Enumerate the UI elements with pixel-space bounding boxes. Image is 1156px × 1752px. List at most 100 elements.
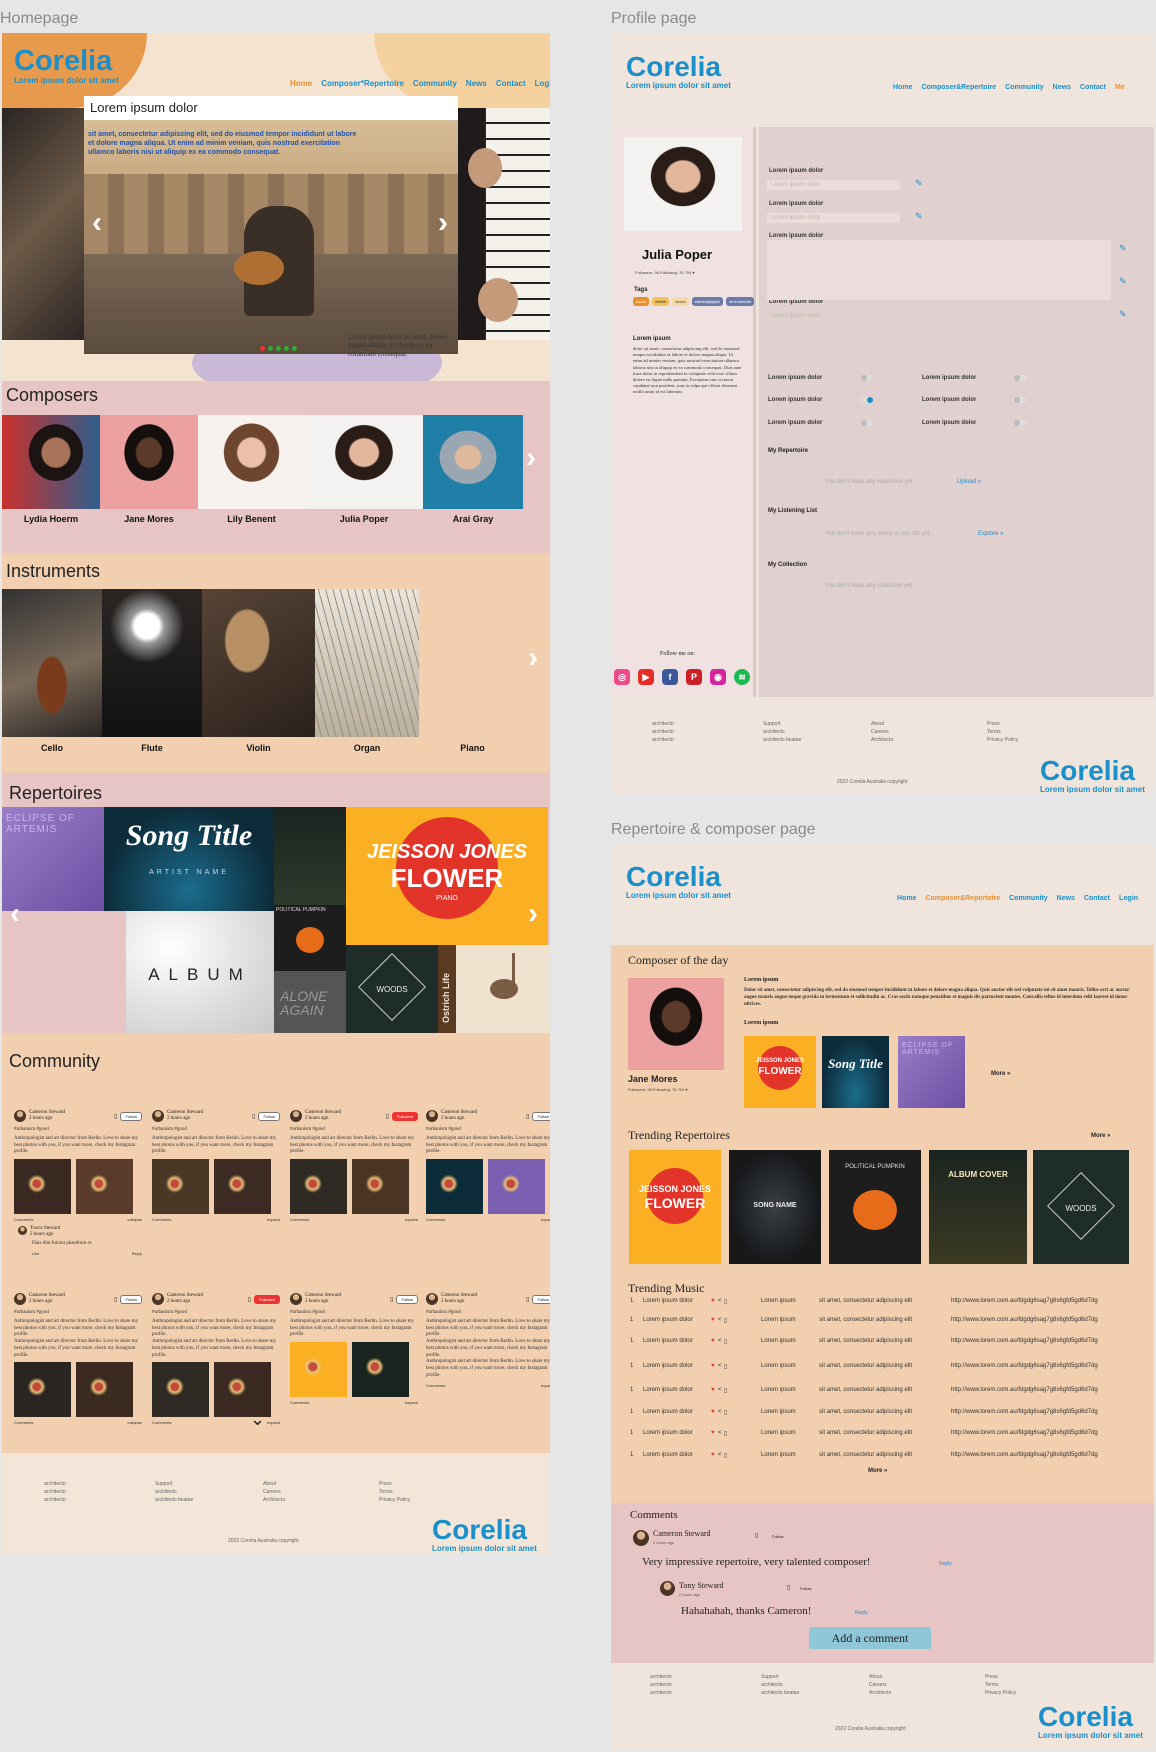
nav-home[interactable]: Home <box>893 84 912 91</box>
profile-input[interactable]: Lorem ipsum dolor <box>767 180 900 190</box>
toggle-switch[interactable] <box>1014 397 1026 403</box>
nav-home[interactable]: Home <box>290 79 312 88</box>
nav-news[interactable]: News <box>1053 84 1071 91</box>
footer-link[interactable]: Terms <box>987 728 1018 736</box>
post-author[interactable]: Cameron Steward <box>29 1110 65 1115</box>
expand-link[interactable]: collapse <box>127 1217 142 1222</box>
follow-button[interactable]: Follow <box>532 1294 550 1304</box>
commenter-name[interactable]: Cameron Steward <box>653 1529 711 1538</box>
share-icon[interactable]: < <box>718 1430 722 1436</box>
footer-logo[interactable]: Corelia Lorem ipsum dolor sit amet <box>432 1516 537 1553</box>
share-icon[interactable]: < <box>718 1387 722 1393</box>
footer-logo[interactable]: Corelia Lorem ipsum dolor sit amet <box>1038 1703 1143 1740</box>
composer-name[interactable]: Jane Mores <box>100 514 198 524</box>
trending-album-woods[interactable]: WOODS <box>1033 1150 1129 1264</box>
profile-textarea-placeholder[interactable]: Lorem ipsum dolor <box>767 311 1107 321</box>
track-title[interactable]: Lorem ipsum dolor <box>643 1338 693 1344</box>
heart-icon[interactable]: ♥ <box>711 1452 715 1458</box>
comments-count[interactable]: Comments <box>290 1217 309 1222</box>
expand-link[interactable]: expand <box>267 1217 280 1222</box>
avatar[interactable] <box>152 1293 164 1305</box>
album-ostrich-spine[interactable]: Ostrich Life <box>438 945 456 1033</box>
footer-link[interactable]: Privacy Policy <box>379 1496 410 1504</box>
instrument-name[interactable]: Cello <box>2 743 102 753</box>
footer-link[interactable]: Support <box>155 1480 193 1488</box>
composer-photo-arai[interactable] <box>423 415 523 509</box>
footer-link[interactable]: Careers <box>871 728 893 736</box>
heart-icon[interactable]: ♥ <box>711 1387 715 1393</box>
profile-input[interactable]: Lorem ipsum dolor <box>767 213 900 223</box>
post-image[interactable] <box>214 1159 271 1214</box>
follow-link[interactable]: Follow <box>772 1534 784 1539</box>
post-image[interactable] <box>152 1362 209 1418</box>
edit-pencil-icon[interactable]: ✎ <box>1119 277 1128 286</box>
post-image[interactable] <box>290 1159 347 1214</box>
trending-music-row[interactable]: 1 Lorem ipsum dolor ♥ < ▯ Lorem ipsum sit amet… <box>630 1409 1150 1421</box>
album-flower[interactable]: JEISSON JONES FLOWER PIANO <box>346 807 548 945</box>
post-image[interactable] <box>352 1342 409 1397</box>
expand-link[interactable]: expand <box>267 1420 280 1425</box>
trending-album-flower[interactable]: JEISSON JONES FLOWER <box>629 1150 721 1264</box>
footer-link[interactable]: Press <box>985 1673 1016 1681</box>
post-image[interactable] <box>14 1362 71 1418</box>
avatar[interactable] <box>290 1110 302 1122</box>
footer-link[interactable]: architecto <box>652 728 674 736</box>
bookmark-icon[interactable]: ▯ <box>724 1409 727 1416</box>
edit-pencil-icon[interactable]: ✎ <box>1119 244 1128 253</box>
cotd-more-link[interactable]: More » <box>991 1071 1010 1077</box>
trending-music-row[interactable]: 1 Lorem ipsum dolor ♥ < ▯ Lorem ipsum sit amet… <box>630 1430 1150 1442</box>
follow-link[interactable]: Follow <box>800 1586 812 1591</box>
composer-photo-lily[interactable] <box>198 415 305 509</box>
footer-link[interactable]: Terms <box>985 1681 1016 1689</box>
post-image[interactable] <box>426 1159 483 1214</box>
instrument-photo-organ[interactable] <box>315 589 419 737</box>
footer-link[interactable]: architecto <box>650 1673 672 1681</box>
follow-button[interactable]: Follow <box>120 1111 142 1121</box>
dot-icon[interactable] <box>276 346 281 351</box>
footer-link[interactable]: About <box>869 1673 891 1681</box>
track-url[interactable]: http://www.lorem.com.au/fdgdg6sag7g8s6gf… <box>951 1363 1098 1369</box>
repertoires-prev-chevron-icon[interactable]: ‹ <box>10 899 20 929</box>
expand-more-chevron-icon[interactable]: ⌄ <box>250 1409 265 1430</box>
share-icon[interactable]: < <box>718 1317 722 1323</box>
avatar[interactable] <box>14 1110 26 1122</box>
bookmark-icon[interactable]: ▯ <box>724 1298 727 1305</box>
spotify-icon[interactable]: ≋ <box>734 669 750 685</box>
tag-chip[interactable]: #bbbb <box>652 297 670 306</box>
dot-icon[interactable] <box>292 346 297 351</box>
nav-composer-repertoire[interactable]: Composer&Repertoire <box>925 895 1000 902</box>
footer-link[interactable]: Privacy Policy <box>987 736 1018 744</box>
footer-link[interactable]: architecto <box>652 736 674 744</box>
bookmark-icon[interactable]: ▯ <box>787 1584 790 1591</box>
trending-music-row[interactable]: 1 Lorem ipsum dolor ♥ < ▯ Lorem ipsum sit amet… <box>630 1387 1150 1399</box>
share-icon[interactable]: < <box>718 1363 722 1369</box>
bookmark-icon[interactable]: ▯ <box>526 1296 529 1303</box>
nav-community[interactable]: Community <box>1009 895 1048 902</box>
composer-photo-lydia[interactable] <box>2 415 100 509</box>
comments-count[interactable]: Comments <box>14 1217 33 1222</box>
composer-name[interactable]: Arai Gray <box>423 514 523 524</box>
post-image[interactable] <box>352 1159 409 1214</box>
post-author[interactable]: Cameron Steward <box>29 1293 65 1298</box>
bookmark-icon[interactable]: ▯ <box>390 1296 393 1303</box>
trending-music-row[interactable]: 1 Lorem ipsum dolor ♥ < ▯ Lorem ipsum sit amet… <box>630 1363 1150 1375</box>
commenter-avatar[interactable] <box>633 1530 649 1546</box>
heart-icon[interactable]: ♥ <box>711 1430 715 1436</box>
upload-link[interactable]: Upload » <box>957 479 981 485</box>
avatar[interactable] <box>152 1110 164 1122</box>
track-title[interactable]: Lorem ipsum dolor <box>643 1409 693 1415</box>
album-dark-forest[interactable] <box>274 807 346 905</box>
instruments-next-chevron-icon[interactable]: › <box>528 643 538 673</box>
nav-community[interactable]: Community <box>413 79 457 88</box>
footer-link[interactable]: Careers <box>869 1681 891 1689</box>
post-author[interactable]: Cameron Steward <box>167 1293 203 1298</box>
footer-link[interactable]: Support <box>763 720 801 728</box>
cotd-album-eclipse[interactable]: ECLIPSE OF ARTEMIS <box>898 1036 965 1108</box>
post-image[interactable] <box>76 1362 133 1418</box>
edit-pencil-icon[interactable]: ✎ <box>915 212 924 221</box>
album-song-title[interactable]: Song Title ARTIST NAME <box>104 807 274 911</box>
toggle-switch[interactable] <box>1014 375 1026 381</box>
profile-logo[interactable]: Corelia Lorem ipsum dolor sit amet <box>626 53 731 90</box>
composer-name[interactable]: Lydia Hoerm <box>2 514 100 524</box>
instrument-name[interactable]: Piano <box>419 743 526 753</box>
